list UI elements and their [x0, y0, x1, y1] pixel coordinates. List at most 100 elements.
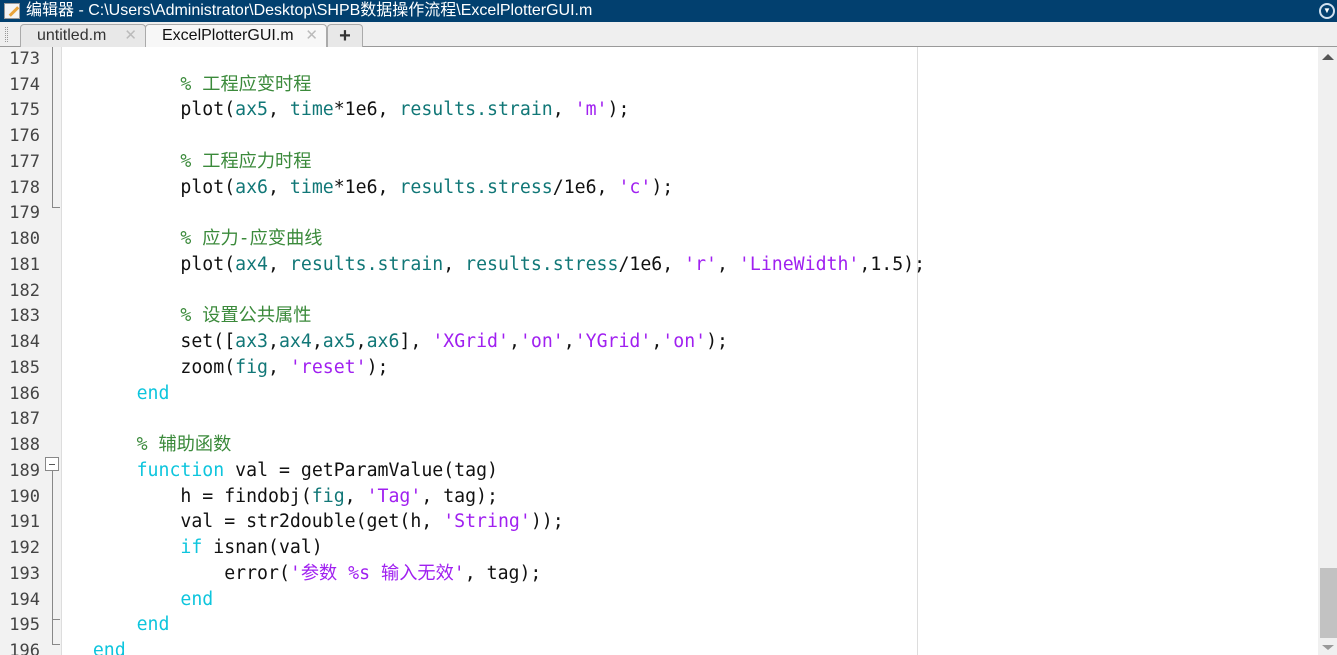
code-text-token: *1e6, — [333, 176, 400, 198]
close-icon[interactable]: ✕ — [124, 25, 137, 47]
code-line[interactable]: 194 end — [0, 587, 1300, 613]
code-text-token: )); — [530, 511, 564, 533]
variable-token: ax4 — [235, 253, 269, 275]
line-number: 184 — [9, 332, 40, 353]
code-line[interactable]: 188 % 辅助函数 — [0, 432, 1300, 458]
code-text-token: , — [268, 331, 279, 353]
code-line[interactable]: 196 end — [0, 638, 1300, 655]
line-number: 188 — [9, 435, 40, 456]
code-content: plot(ax5, time*1e6, results.strain, 'm')… — [49, 97, 629, 123]
comment-token: % 辅助函数 — [136, 434, 232, 456]
code-line[interactable]: 176 — [0, 123, 1300, 149]
keyword-token: function — [136, 459, 225, 481]
string-token: 'reset' — [289, 356, 367, 378]
code-text-token: h = findobj( — [49, 485, 312, 507]
code-content: zoom(fig, 'reset'); — [49, 355, 388, 381]
code-line[interactable]: 180 % 应力-应变曲线 — [0, 226, 1300, 252]
code-line[interactable]: 190 h = findobj(fig, 'Tag', tag); — [0, 484, 1300, 510]
code-line[interactable]: 177 % 工程应力时程 — [0, 149, 1300, 175]
string-token: 'c' — [618, 176, 652, 198]
code-line[interactable]: 187 — [0, 406, 1300, 432]
code-content: % 设置公共属性 — [49, 303, 311, 329]
string-token: 'Tag' — [366, 485, 422, 507]
title-bar: 编辑器 - C:\Users\Administrator\Desktop\SHP… — [0, 0, 1337, 22]
line-number: 187 — [9, 409, 40, 430]
scroll-down-icon[interactable] — [1322, 645, 1334, 650]
tab-label: untitled.m — [37, 27, 107, 44]
code-text-token: /1e6, — [618, 253, 685, 275]
code-text-token: , — [508, 331, 520, 353]
code-text-token: val = getParamValue(tag) — [224, 459, 498, 481]
code-content: plot(ax4, results.strain, results.stress… — [49, 252, 925, 278]
tab-untitled[interactable]: untitled.m ✕ — [20, 24, 146, 47]
code-text-token: ,1.5); — [859, 253, 926, 275]
string-token: '参数 %s 输入无效' — [289, 562, 465, 584]
line-number: 185 — [9, 357, 40, 378]
code-line[interactable]: 182 — [0, 278, 1300, 304]
variable-token: ax6 — [235, 176, 269, 198]
vertical-scrollbar[interactable] — [1318, 47, 1337, 655]
scrollbar-thumb[interactable] — [1320, 568, 1337, 638]
comment-token: % 工程应力时程 — [180, 150, 312, 172]
code-text-token: , — [552, 99, 575, 121]
code-line[interactable]: 186 end — [0, 381, 1300, 407]
string-token: 'on' — [662, 331, 707, 353]
code-text-token: , — [717, 253, 739, 275]
comment-token: % 工程应变时程 — [180, 73, 312, 95]
keyword-token: end — [136, 614, 170, 636]
code-text-token: *1e6, — [333, 99, 400, 121]
code-line[interactable]: 192 if isnan(val) — [0, 535, 1300, 561]
code-line[interactable]: 193 error('参数 %s 输入无效', tag); — [0, 561, 1300, 587]
tab-excelplottergui[interactable]: ExcelPlotterGUI.m ✕ — [145, 24, 327, 48]
variable-token: time — [289, 99, 334, 121]
line-number: 179 — [9, 203, 40, 224]
string-token: 'on' — [519, 331, 564, 353]
line-number: 182 — [9, 280, 40, 301]
keyword-token: if — [180, 537, 203, 559]
code-line[interactable]: 184 set([ax3,ax4,ax5,ax6], 'XGrid','on',… — [0, 329, 1300, 355]
code-line[interactable]: 185 zoom(fig, 'reset'); — [0, 355, 1300, 381]
code-text-token: ); — [366, 356, 389, 378]
string-token: 'XGrid' — [432, 331, 509, 353]
code-line[interactable]: 181 plot(ax4, results.strain, results.st… — [0, 252, 1300, 278]
string-token: 'LineWidth' — [738, 253, 860, 275]
code-content: error('参数 %s 输入无效', tag); — [49, 561, 541, 587]
line-number: 178 — [9, 177, 40, 198]
code-text-token: /1e6, — [552, 176, 619, 198]
code-text-token: plot( — [49, 99, 236, 121]
code-text-token: ); — [607, 99, 630, 121]
drag-grip-icon[interactable] — [5, 27, 8, 42]
window-options-icon[interactable]: ▼ — [1319, 3, 1335, 19]
variable-token: ax3 — [235, 331, 269, 353]
code-text-token: , — [443, 253, 466, 275]
code-editor[interactable]: 173 174 % 工程应变时程 175 plot(ax5, time*1e6, r… — [0, 47, 1318, 655]
code-line[interactable]: 174 % 工程应变时程 — [0, 72, 1300, 98]
code-line[interactable]: 173 — [0, 47, 1300, 72]
line-number: 196 — [9, 641, 40, 655]
add-tab-button[interactable]: + — [327, 24, 363, 47]
variable-token: ax5 — [322, 331, 356, 353]
line-number: 186 — [9, 383, 40, 404]
code-text-token: , — [355, 331, 367, 353]
code-line[interactable]: 179 — [0, 200, 1300, 226]
code-line[interactable]: 195 end — [0, 612, 1300, 638]
code-text-token: , — [651, 331, 663, 353]
variable-token: ax5 — [235, 99, 269, 121]
code-line[interactable]: 191 val = str2double(get(h, 'String')); — [0, 509, 1300, 535]
code-text-token: val = str2double(get(h, — [49, 511, 444, 533]
code-line[interactable]: 175 plot(ax5, time*1e6, results.strain, … — [0, 97, 1300, 123]
code-line[interactable]: 183 % 设置公共属性 — [0, 303, 1300, 329]
close-icon[interactable]: ✕ — [305, 25, 318, 47]
code-content: % 工程应变时程 — [49, 72, 311, 98]
code-line[interactable]: 189 function val = getParamValue(tag) — [0, 458, 1300, 484]
scroll-up-icon[interactable] — [1322, 54, 1334, 60]
variable-token: fig — [235, 356, 269, 378]
code-line[interactable]: 178 plot(ax6, time*1e6, results.stress/1… — [0, 175, 1300, 201]
